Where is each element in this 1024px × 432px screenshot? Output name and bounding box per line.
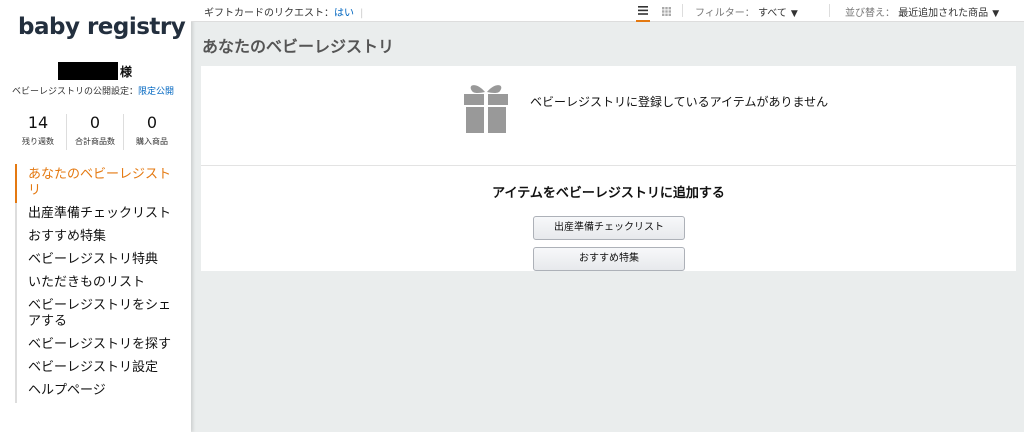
nav-item-gift-list[interactable]: いただきものリスト xyxy=(17,272,180,295)
grid-view-toggle[interactable] xyxy=(659,0,673,22)
empty-state: ベビーレジストリに登録しているアイテムがありません xyxy=(201,66,1016,166)
stat-label: 購入商品 xyxy=(136,137,168,146)
stat-value: 14 xyxy=(27,113,49,132)
stat-label: 残り週数 xyxy=(22,137,54,146)
toolbar: ギフトカードのリクエスト：はい | フィルター： すべて ▼ 並び替え： 最近追加さ… xyxy=(191,0,1024,22)
checklist-button[interactable]: 出産準備チェックリスト xyxy=(533,216,685,240)
gift-card-link[interactable]: はい xyxy=(334,8,354,19)
privacy-setting: ベビーレジストリの公開設定：限定公開 xyxy=(12,84,174,97)
filter-value: すべて xyxy=(758,8,787,19)
nav-item-featured[interactable]: おすすめ特集 xyxy=(17,226,180,249)
gift-card-request: ギフトカードのリクエスト：はい | xyxy=(204,4,363,19)
stat-weeks-left: 14 残り週数 xyxy=(10,114,67,150)
nav-item-help[interactable]: ヘルプページ xyxy=(17,380,180,403)
stat-value: 0 xyxy=(146,113,158,132)
list-view-toggle[interactable] xyxy=(636,0,650,22)
gift-box-icon xyxy=(464,85,508,133)
nav-item-settings[interactable]: ベビーレジストリ設定 xyxy=(17,357,180,380)
stat-value: 0 xyxy=(89,113,101,132)
add-items-heading: アイテムをベビーレジストリに追加する xyxy=(492,186,725,201)
nav-item-your-registry[interactable]: あなたのベビーレジストリ xyxy=(15,164,180,203)
filter-label: フィルター： xyxy=(695,8,755,19)
empty-message: ベビーレジストリに登録しているアイテムがありません xyxy=(530,95,829,109)
divider xyxy=(682,4,683,17)
grid-view-icon xyxy=(661,6,671,16)
divider: | xyxy=(360,8,364,19)
sort-label: 並び替え： xyxy=(845,8,895,19)
featured-button[interactable]: おすすめ特集 xyxy=(533,247,685,271)
nav-item-share[interactable]: ベビーレジストリをシェアする xyxy=(17,295,180,334)
list-view-icon xyxy=(638,5,648,15)
chevron-down-icon: ▼ xyxy=(992,9,1000,19)
user-name: 様 xyxy=(58,62,132,80)
honorific: 様 xyxy=(120,64,133,79)
registry-panel: ベビーレジストリに登録しているアイテムがありません アイテムをベビーレジストリに… xyxy=(201,66,1016,271)
registry-stats: 14 残り週数 0 合計商品数 0 購入商品 xyxy=(10,114,180,150)
privacy-label: ベビーレジストリの公開設定： xyxy=(12,87,139,97)
page-title: あなたのベビーレジストリ xyxy=(202,37,395,56)
gift-card-label: ギフトカードのリクエスト： xyxy=(204,8,334,19)
stat-label: 合計商品数 xyxy=(75,137,115,146)
stat-purchased-items: 0 購入商品 xyxy=(124,114,180,150)
sidebar: baby registry 様 ベビーレジストリの公開設定：限定公開 14 残り… xyxy=(0,0,191,432)
privacy-link[interactable]: 限定公開 xyxy=(138,87,174,97)
redacted-name xyxy=(58,62,118,80)
baby-registry-logo[interactable]: baby registry xyxy=(18,14,186,40)
sort-value: 最近追加された商品 xyxy=(898,8,989,19)
sort-dropdown[interactable]: 並び替え： 最近追加された商品 ▼ xyxy=(845,4,999,19)
nav-item-checklist[interactable]: 出産準備チェックリスト xyxy=(17,203,180,226)
sidebar-nav: あなたのベビーレジストリ 出産準備チェックリスト おすすめ特集 ベビーレジストリ… xyxy=(15,164,180,403)
nav-item-benefits[interactable]: ベビーレジストリ特典 xyxy=(17,249,180,272)
stat-total-items: 0 合計商品数 xyxy=(67,114,124,150)
nav-item-find-registry[interactable]: ベビーレジストリを探す xyxy=(17,334,180,357)
divider xyxy=(829,4,830,17)
chevron-down-icon: ▼ xyxy=(790,9,798,19)
filter-dropdown[interactable]: フィルター： すべて ▼ xyxy=(695,4,798,19)
